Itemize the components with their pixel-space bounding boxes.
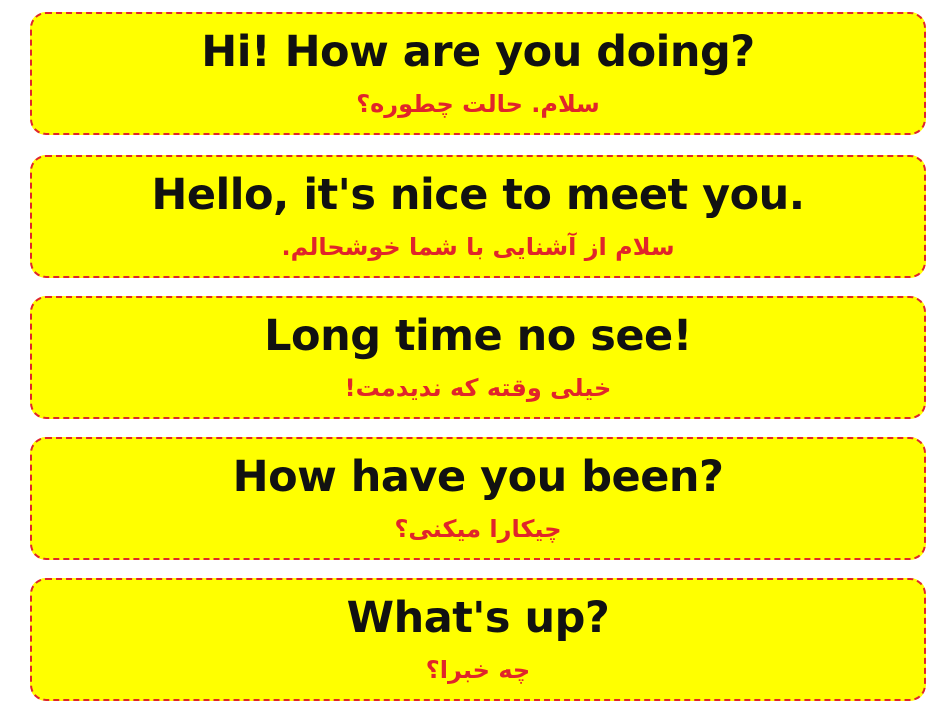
- english-phrase: Hello, it's nice to meet you.: [151, 170, 805, 220]
- english-phrase: Long time no see!: [264, 311, 692, 361]
- english-phrase: Hi! How are you doing?: [201, 27, 755, 77]
- phrase-card: What's up? چه خبرا؟: [30, 578, 926, 701]
- persian-translation: خیلی وقته که ندیدمت!: [344, 374, 612, 402]
- phrase-card: How have you been? چیکارا میکنی؟: [30, 437, 926, 560]
- persian-translation: چه خبرا؟: [425, 656, 531, 684]
- phrase-card: Long time no see! خیلی وقته که ندیدمت!: [30, 296, 926, 419]
- english-phrase: What's up?: [346, 593, 610, 643]
- english-phrase: How have you been?: [232, 452, 724, 502]
- phrase-card: Hi! How are you doing? سلام. حالت چطوره؟: [30, 12, 926, 135]
- persian-translation: سلام. حالت چطوره؟: [356, 90, 600, 118]
- phrase-card: Hello, it's nice to meet you. سلام از آش…: [30, 155, 926, 278]
- persian-translation: سلام از آشنایی با شما خوشحالم.: [281, 233, 675, 261]
- persian-translation: چیکارا میکنی؟: [394, 515, 562, 543]
